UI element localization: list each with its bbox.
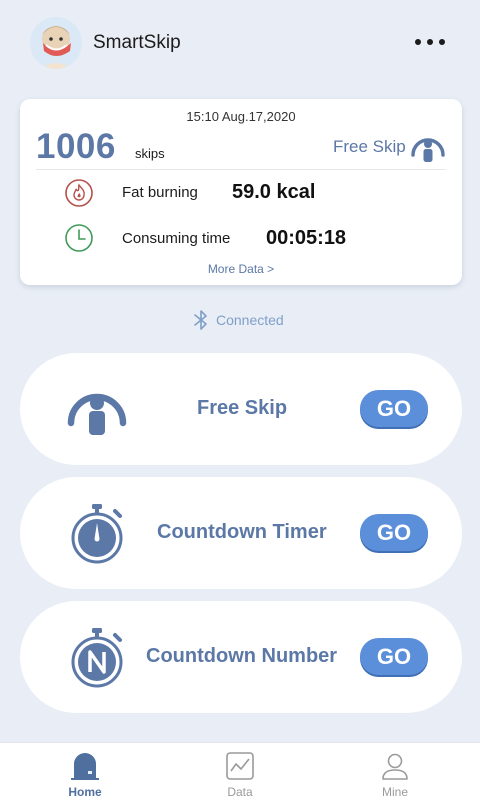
clock-icon [65,224,93,252]
mode-label: Countdown Timer [157,521,327,543]
skip-count: 1006 [36,127,116,166]
tab-mine[interactable]: Mine [345,743,445,800]
go-button[interactable]: GO [360,514,428,551]
app-header: SmartSkip [0,0,480,90]
fat-burning-value: 59.0 kcal [232,181,316,203]
free-skip-icon [67,393,127,435]
connection-status-text: Connected [216,312,284,328]
mode-free-skip[interactable]: Free Skip GO [20,353,462,465]
mode-label: Countdown Number [146,645,338,667]
user-icon [382,753,408,780]
last-session-card[interactable]: 15:10 Aug.17,2020 1006 skips Free Skip F… [20,99,462,285]
avatar[interactable] [30,17,82,69]
mode-label: Free Skip [197,397,288,419]
more-options-button[interactable] [408,30,452,54]
bottom-tab-bar: Home Data Mine [0,742,480,800]
mode-countdown-number[interactable]: Countdown Number GO [20,601,462,713]
skip-unit: skips [135,146,165,161]
consuming-time-label: Consuming time [122,230,231,247]
tab-home[interactable]: Home [35,743,135,800]
avatar-illustration [30,17,82,69]
home-icon [71,753,99,780]
tab-label: Data [227,785,253,799]
go-button[interactable]: GO [360,390,428,427]
more-dot-icon [415,39,421,45]
free-skip-icon [411,138,445,162]
more-data-link[interactable]: More Data > [20,262,462,276]
consuming-time-value: 00:05:18 [266,227,347,249]
go-button[interactable]: GO [360,638,428,675]
stopwatch-number-icon [71,628,123,688]
tab-data[interactable]: Data [190,743,290,800]
session-datetime: 15:10 Aug.17,2020 [186,109,296,124]
mode-countdown-timer[interactable]: Countdown Timer GO [20,477,462,589]
tab-label: Home [68,785,102,799]
app-title: SmartSkip [93,32,181,53]
tab-label: Mine [381,785,408,799]
stopwatch-icon [71,504,123,564]
more-dot-icon [427,39,433,45]
connection-status: Connected [192,308,284,332]
card-divider [36,169,446,170]
flame-icon [65,179,93,207]
chart-icon [226,752,254,780]
more-dot-icon [439,39,445,45]
session-mode-label: Free Skip [333,137,406,156]
bluetooth-icon [194,310,207,330]
fat-burning-label: Fat burning [122,184,198,201]
